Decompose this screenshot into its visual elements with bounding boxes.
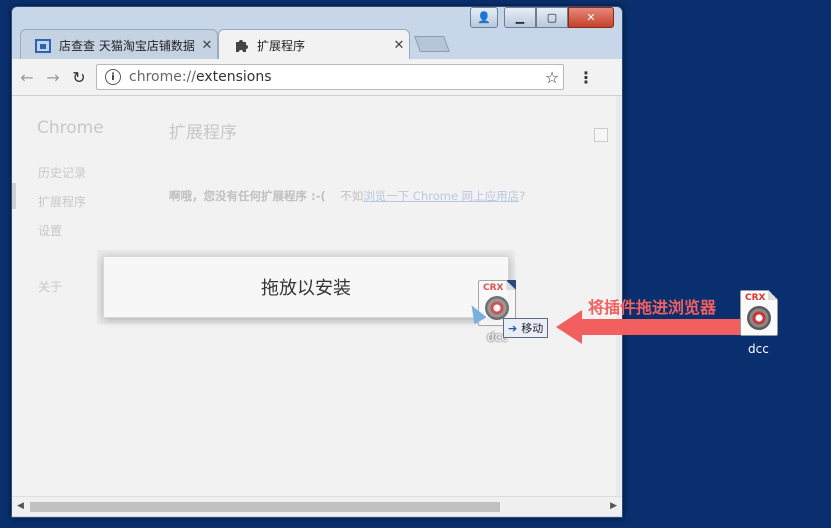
scrollbar-thumb[interactable] [30, 502, 500, 512]
store-icon [35, 37, 51, 53]
window-controls: 👤 ▁ ▢ ✕ [470, 7, 614, 29]
close-button[interactable]: ✕ [568, 7, 614, 28]
page-title: 扩展程序 [169, 123, 237, 143]
move-tooltip: ➔ 移动 [503, 318, 549, 338]
tab-extensions[interactable]: 扩展程序 ✕ [218, 29, 410, 60]
address-bar[interactable]: i chrome://extensions ☆ [96, 64, 564, 90]
menu-icon[interactable]: ⋮ [578, 68, 594, 87]
horizontal-scrollbar[interactable]: ◀ ▶ [12, 496, 622, 516]
scroll-right-icon[interactable]: ▶ [610, 501, 617, 511]
crx-tag: CRX [483, 283, 504, 293]
gear-icon [485, 296, 509, 320]
back-icon[interactable]: ← [16, 68, 38, 87]
developer-mode-checkbox[interactable] [594, 128, 608, 142]
desktop-file-name: dcc [748, 342, 769, 356]
tab-close-icon[interactable]: ✕ [197, 38, 217, 53]
forward-icon[interactable]: → [42, 68, 64, 87]
puzzle-icon [233, 37, 249, 53]
drop-to-install-zone[interactable]: 拖放以安装 [103, 256, 509, 318]
tab-label: 扩展程序 [257, 38, 306, 53]
new-tab-button[interactable] [414, 36, 450, 52]
move-arrow-icon: ➔ [508, 321, 518, 335]
maximize-button[interactable]: ▢ [536, 7, 568, 28]
webstore-link[interactable]: 浏览一下 Chrome 网上应用店 [363, 189, 519, 203]
gear-icon [747, 306, 771, 330]
reload-icon[interactable]: ↻ [68, 68, 90, 87]
sidebar-item-settings[interactable]: 设置 [38, 222, 62, 239]
annotation-text: 将插件拖进浏览器 [588, 298, 717, 317]
desktop-crx-file-icon[interactable]: CRX [740, 290, 778, 336]
empty-message: 啊哦，您没有任何扩展程序 :-( 不如浏览一下 Chrome 网上应用店? [169, 189, 526, 203]
sidebar-selection-indicator [12, 183, 16, 209]
sidebar-item-about[interactable]: 关于 [38, 278, 62, 295]
info-icon[interactable]: i [105, 69, 121, 85]
user-icon[interactable]: 👤 [470, 7, 498, 28]
url-text: chrome://extensions [129, 69, 272, 85]
crx-tag: CRX [745, 293, 766, 303]
drop-zone-label: 拖放以安装 [261, 278, 351, 299]
sidebar-item-history[interactable]: 历史记录 [38, 164, 86, 181]
sidebar-item-extensions[interactable]: 扩展程序 [38, 193, 86, 210]
toolbar: ← → ↻ i chrome://extensions ☆ ⋮ [12, 59, 622, 96]
tab-store[interactable]: 店查查 天猫淘宝店铺数据 ✕ [20, 29, 218, 60]
bookmark-star-icon[interactable]: ☆ [541, 68, 563, 87]
tab-label: 店查查 天猫淘宝店铺数据 [59, 38, 195, 53]
tab-close-icon[interactable]: ✕ [389, 38, 409, 53]
minimize-button[interactable]: ▁ [504, 7, 536, 28]
scroll-left-icon[interactable]: ◀ [17, 501, 24, 511]
chrome-brand: Chrome [37, 118, 104, 138]
